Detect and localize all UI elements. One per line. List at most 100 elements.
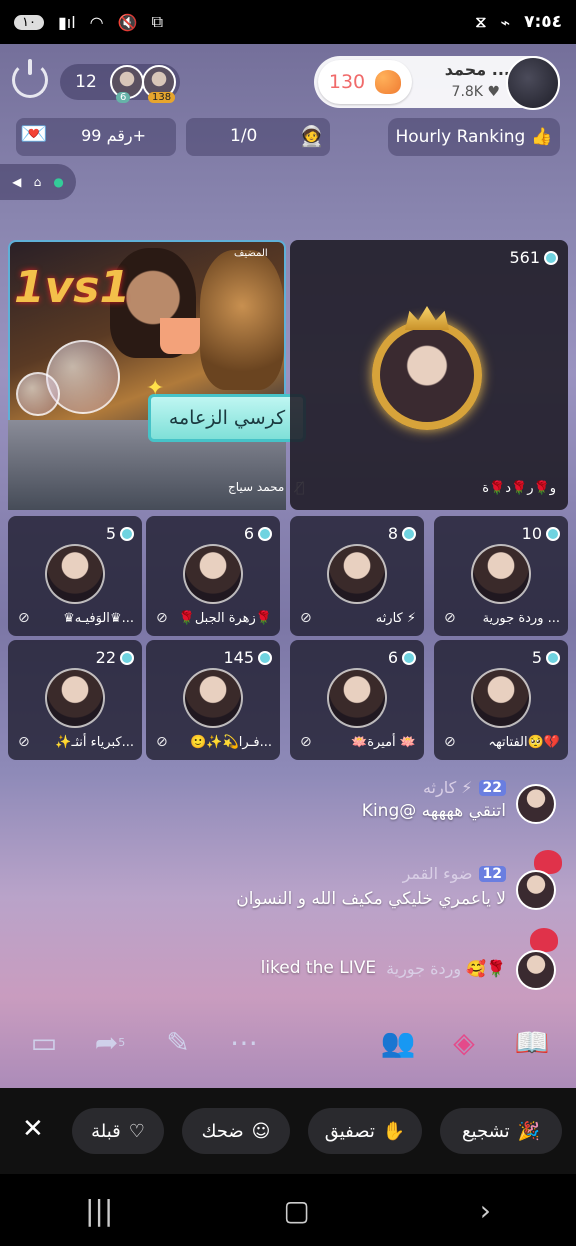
seat-count: 5 — [105, 524, 116, 543]
seat-count: 6 — [243, 524, 254, 543]
online-dot-icon: ● — [53, 175, 64, 189]
recents-icon[interactable]: ||| — [85, 1194, 113, 1227]
seat-card[interactable]: 10 وردة جورية ... ⊘ — [434, 516, 568, 636]
chat-message: liked the LIVE — [260, 958, 377, 978]
kiss-button[interactable]: قبلة ♡ — [72, 1108, 164, 1154]
seat-name: كارثه ⚡ — [375, 611, 416, 626]
host-likes-count: 130 — [328, 71, 366, 93]
seat-avatar[interactable] — [327, 544, 387, 604]
book-icon[interactable]: 📖 — [510, 1020, 554, 1064]
seat-avatar[interactable] — [45, 668, 105, 728]
seat-avatar[interactable] — [471, 668, 531, 728]
mic-muted-icon: ⊘ — [300, 610, 312, 626]
diamond-icon — [258, 526, 272, 541]
diamond-icon — [402, 650, 416, 665]
follow-likes-button[interactable]: 130 — [318, 60, 412, 104]
chat-username[interactable]: كارثه ⚡ — [423, 778, 473, 797]
viewer-avatar[interactable]: 138 — [142, 65, 176, 103]
seat-count: 145 — [223, 648, 254, 667]
chat-avatar[interactable] — [516, 784, 556, 824]
seat-avatar[interactable] — [183, 668, 243, 728]
room-nav-pill[interactable]: ◀ ⌂ ● — [0, 164, 76, 200]
seat-count: 6 — [387, 648, 398, 667]
leader-chair-badge[interactable]: كرسي الزعامه — [148, 394, 306, 442]
diamond-icon — [120, 650, 134, 665]
score-pill[interactable]: 1/0 🧑‍🚀 — [186, 118, 330, 156]
chat-username[interactable]: وردة جورية 🥰🌹 — [386, 959, 506, 978]
rank-label: رقم 99+ — [81, 126, 146, 145]
clock: ٧:٥٤ — [524, 12, 562, 32]
seat-avatar[interactable] — [327, 668, 387, 728]
chat-message: لا ياعمري خليكي مكيف الله و النسوان — [236, 889, 506, 909]
chat-username[interactable]: ضوء القمر — [403, 864, 473, 883]
seat-avatar[interactable] — [45, 544, 105, 604]
laugh-button[interactable]: ضحك ☺ — [182, 1108, 290, 1154]
cheer-icon: 🎉 — [517, 1120, 541, 1142]
heart-icon — [375, 70, 402, 94]
rank-pill[interactable]: 💌 رقم 99+ — [16, 118, 176, 156]
cheer-button[interactable]: تشجيع 🎉 — [440, 1108, 562, 1154]
signal-icon: ▮ıl — [57, 12, 76, 32]
seat-card[interactable]: 5 ♛الوَفيـه♛... ⊘ — [8, 516, 142, 636]
mic-muted-icon: ⊘ — [444, 610, 456, 626]
users-icon[interactable]: 👥 — [376, 1020, 420, 1064]
chat-avatar[interactable] — [516, 950, 556, 990]
cast-icon: ⧉ — [151, 12, 163, 31]
viewer-avatar[interactable]: 6 — [110, 65, 144, 103]
seat-card[interactable]: 8 كارثه ⚡ ⊘ — [290, 516, 424, 636]
host-tag: المضيف — [234, 248, 268, 259]
seat-card[interactable]: 22 ✨كبرياء أنثـ... ⊘ — [8, 640, 142, 760]
chat-avatar[interactable] — [516, 870, 556, 910]
close-icon[interactable]: ✕ — [22, 1114, 44, 1144]
back-icon[interactable]: › — [480, 1194, 491, 1227]
mic-muted-icon: ⊘ — [18, 610, 30, 626]
magic-wand-icon[interactable]: ✎ — [156, 1020, 200, 1064]
level-badge: 22 — [478, 779, 506, 796]
seat-name: 🙂✨💫فـرا... — [190, 735, 272, 750]
crown-avatar[interactable] — [372, 320, 482, 430]
viewers-pill[interactable]: 12 6 138 — [60, 64, 180, 103]
host-avatar[interactable] — [506, 56, 560, 110]
mic-muted-icon: ⊘ — [444, 734, 456, 750]
host-fans: 7.8K ♥ — [451, 84, 500, 100]
gift-box-icon[interactable]: ◈ — [442, 1020, 486, 1064]
pk-icon: 🧑‍🚀 — [299, 124, 324, 148]
seat-avatar[interactable] — [183, 544, 243, 604]
status-bar: ١٠ ▮ıl ◠ 🔇 ⧉ ⧖ ⌁ ٧:٥٤ — [0, 0, 576, 44]
chat-input-icon[interactable]: ▭ — [22, 1020, 66, 1064]
seat-count: 22 — [95, 648, 116, 667]
screen-record-icon: ⧖ — [475, 12, 487, 31]
more-icon[interactable]: ⋯ — [222, 1020, 266, 1064]
kiss-label: قبلة — [91, 1120, 121, 1142]
seat-name: 🌹زهرة الجبل🌹 — [178, 611, 272, 626]
hourly-ranking-label: Hourly Ranking — [395, 127, 526, 147]
clap-button[interactable]: تصفيق ✋ — [308, 1108, 422, 1154]
vibrate-icon: ⌁ — [500, 12, 511, 32]
seat-name: الفتاتهہ🥺💔 — [488, 735, 560, 750]
seat-avatar[interactable] — [471, 544, 531, 604]
mic-muted-icon: ⊘ — [156, 610, 168, 626]
home-nav-icon[interactable]: ▢ — [283, 1194, 309, 1227]
chat-row: ضوء القمر 12 لا ياعمري خليكي مكيف الله و… — [236, 864, 506, 909]
share-icon[interactable]: ➦ 5 — [88, 1020, 132, 1064]
diamond-icon — [544, 250, 558, 265]
power-button[interactable] — [12, 59, 48, 98]
seat-count: 5 — [531, 648, 542, 667]
wifi-icon: ◠ — [89, 12, 104, 32]
system-nav-bar: ||| ▢ › — [0, 1174, 576, 1246]
seat-card[interactable]: 5 الفتاتهہ🥺💔 ⊘ — [434, 640, 568, 760]
seat-card[interactable]: 145 🙂✨💫فـرا... ⊘ — [146, 640, 280, 760]
home-icon: ⌂ — [33, 175, 42, 189]
seat-name: ♛الوَفيـه♛... — [63, 611, 134, 626]
thumbs-up-icon: 👍 — [531, 127, 553, 147]
score-value: 1/0 — [230, 126, 258, 146]
app-badge: ١٠ — [14, 14, 44, 30]
viewer-level-badge: 138 — [148, 92, 176, 103]
cheer-label: تشجيع — [461, 1120, 510, 1142]
gift-hearts-icon: 💌 — [20, 122, 48, 147]
hourly-ranking-button[interactable]: Hourly Ranking 👍 — [388, 118, 560, 156]
seat-card[interactable]: 6 🪷أميرة 🪷 ⊘ — [290, 640, 424, 760]
seat-card[interactable]: 6 🌹زهرة الجبل🌹 ⊘ — [146, 516, 280, 636]
mute-icon: 🔇 — [117, 12, 138, 32]
clap-label: تصفيق — [324, 1120, 375, 1142]
